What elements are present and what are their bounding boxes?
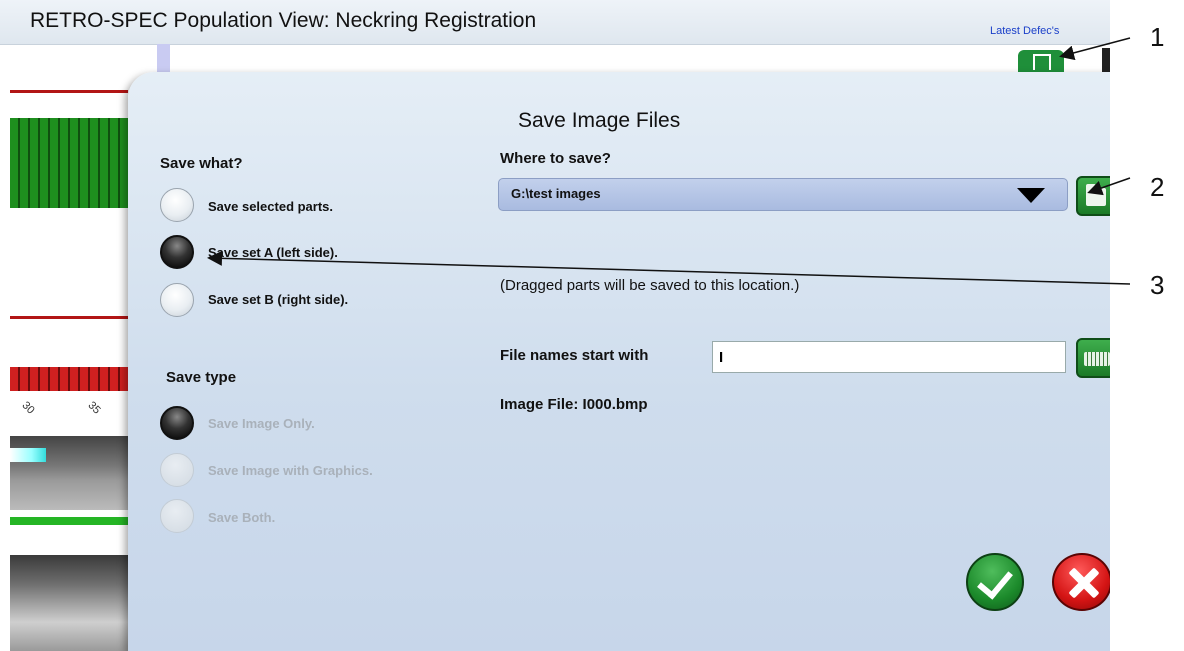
- background-marker: [157, 44, 170, 72]
- background-red-line: [10, 90, 128, 93]
- background-image-strip: [10, 436, 128, 510]
- image-file-name: Image File: I000.bmp: [500, 396, 648, 413]
- axis-tick-label: 30: [19, 399, 37, 417]
- radio-save-image-only: [160, 406, 194, 440]
- radio-label-save-image-with-graphics: Save Image with Graphics.: [208, 463, 373, 478]
- keyboard-icon: [1084, 352, 1110, 366]
- radio-label-save-both: Save Both.: [208, 510, 276, 525]
- radio-save-image-with-graphics: [160, 453, 194, 487]
- save-location-dropdown[interactable]: G:\test images: [498, 178, 1068, 211]
- axis-tick-label: 35: [85, 399, 103, 417]
- radio-save-set-b[interactable]: [160, 283, 194, 317]
- drag-location-note: (Dragged parts will be saved to this loc…: [500, 277, 800, 294]
- dialog-title: Save Image Files: [518, 109, 681, 132]
- triangle-down-icon[interactable]: [1017, 188, 1045, 203]
- radio-save-selected-parts[interactable]: [160, 188, 194, 222]
- ok-button[interactable]: [966, 553, 1024, 611]
- radio-save-set-a[interactable]: [160, 235, 194, 269]
- app-window: RETRO-SPEC Population View: Neckring Reg…: [0, 0, 1110, 651]
- keyboard-button[interactable]: [1076, 338, 1110, 378]
- file-name-prefix-input[interactable]: [712, 341, 1066, 373]
- browse-folder-button[interactable]: [1076, 176, 1110, 216]
- radio-label-save-set-a: Save set A (left side).: [208, 245, 338, 260]
- background-image-strip: [10, 555, 128, 651]
- save-image-files-dialog: Save Image Files Save what? Save selecte…: [128, 72, 1110, 651]
- side-scrollbar[interactable]: [1102, 48, 1110, 74]
- app-titlebar: RETRO-SPEC Population View: Neckring Reg…: [0, 0, 1110, 45]
- radio-label-save-selected-parts: Save selected parts.: [208, 199, 334, 214]
- background-green-line: [10, 517, 128, 525]
- radio-save-both: [160, 499, 194, 533]
- latest-defects-button[interactable]: [1018, 50, 1064, 72]
- file-names-label: File names start with: [500, 347, 649, 364]
- callout-number: 3: [1150, 270, 1165, 300]
- folder-icon: [1086, 184, 1106, 206]
- background-red-line: [10, 316, 128, 319]
- callout-number: 2: [1150, 172, 1165, 202]
- where-to-save-label: Where to save?: [500, 150, 611, 167]
- cancel-button[interactable]: [1052, 553, 1110, 611]
- save-type-label: Save type: [166, 369, 237, 386]
- callout-number: 1: [1150, 22, 1165, 52]
- app-title: RETRO-SPEC Population View: Neckring Reg…: [30, 9, 537, 32]
- latest-defects-label: Latest Defec's: [990, 25, 1060, 37]
- radio-label-save-image-only: Save Image Only.: [208, 416, 315, 431]
- background-green-bars: [10, 118, 128, 208]
- save-location-value: G:\test images: [511, 186, 601, 201]
- save-what-label: Save what?: [160, 155, 243, 172]
- radio-label-save-set-b: Save set B (right side).: [208, 292, 349, 307]
- background-red-bars: [10, 367, 128, 391]
